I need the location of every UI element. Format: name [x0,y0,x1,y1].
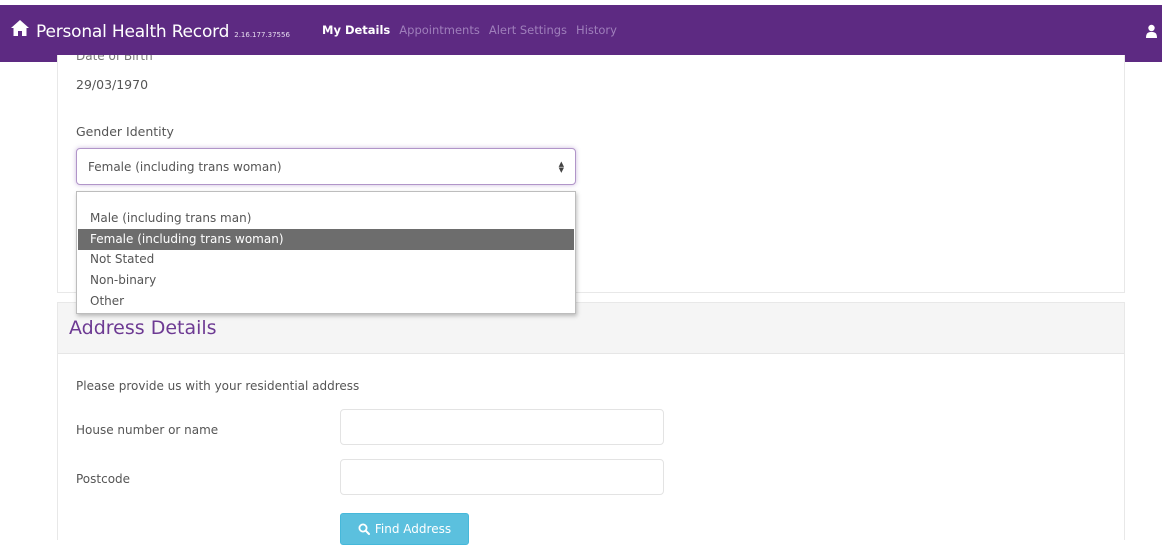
nav-alert-settings[interactable]: Alert Settings [489,23,567,37]
address-details-title: Address Details [69,317,217,339]
nav-appointments[interactable]: Appointments [399,23,480,37]
option-other[interactable]: Other [78,291,574,312]
house-number-input[interactable] [340,409,664,445]
search-icon [358,523,370,535]
date-of-birth-label: Date of Birth [76,55,153,62]
gender-identity-select[interactable]: Female (including trans woman) ▲ ▼ [76,148,576,185]
brand-link[interactable]: Personal Health Record 2.16.177.37556 [10,19,290,42]
gender-dropdown-list: Male (including trans man) Female (inclu… [76,191,576,314]
user-icon [1146,24,1157,38]
find-address-label: Find Address [374,522,452,536]
select-arrows-icon: ▲ ▼ [558,160,564,174]
brand-version: 2.16.177.37556 [234,31,290,39]
main-nav: My Details Appointments Alert Settings H… [322,23,626,37]
home-icon [11,20,29,36]
nav-my-details[interactable]: My Details [322,23,390,37]
nav-history[interactable]: History [576,23,617,37]
date-of-birth-value: 29/03/1970 [76,77,149,92]
find-address-button[interactable]: Find Address [340,513,469,545]
user-menu-button[interactable] [1146,21,1162,41]
option-non-binary[interactable]: Non-binary [78,270,574,291]
postcode-input[interactable] [340,459,664,495]
gender-select-value: Female (including trans woman) [88,160,282,174]
brand-title: Personal Health Record [36,22,230,42]
top-navbar: Personal Health Record 2.16.177.37556 My… [0,0,1162,62]
house-number-label: House number or name [76,423,219,437]
option-male[interactable]: Male (including trans man) [78,208,574,229]
gender-identity-label: Gender Identity [76,124,174,139]
option-female[interactable]: Female (including trans woman) [78,229,574,250]
option-not-stated[interactable]: Not Stated [78,249,574,270]
address-intro-text: Please provide us with your residential … [76,379,360,393]
postcode-label: Postcode [76,472,131,486]
address-details-panel: Address Details Please provide us with y… [57,302,1125,545]
